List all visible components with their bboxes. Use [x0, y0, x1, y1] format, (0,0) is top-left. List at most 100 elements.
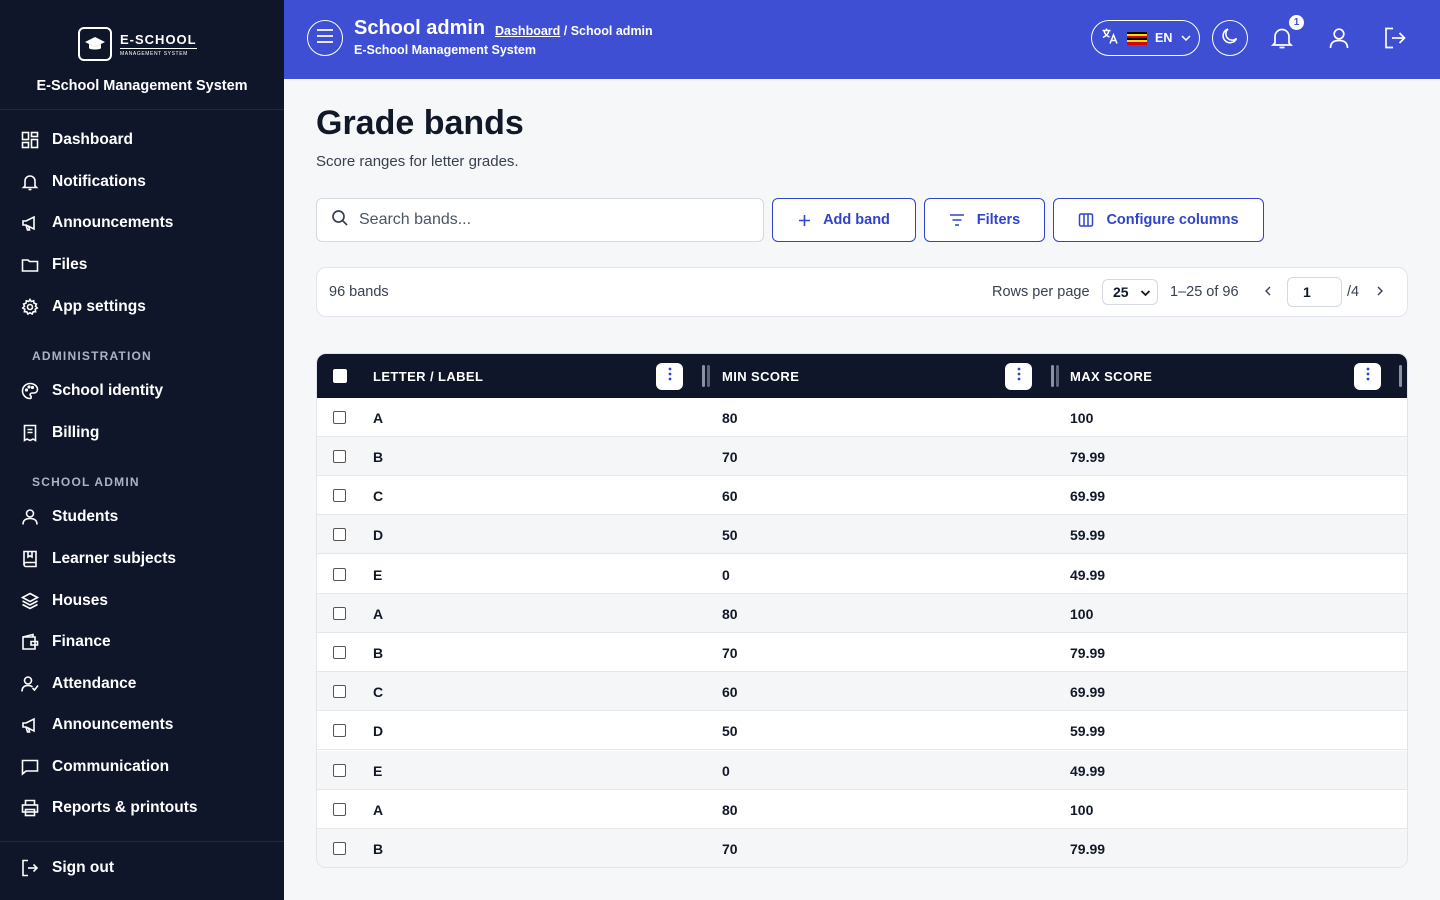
search-input[interactable] — [359, 211, 739, 229]
breadcrumb-dashboard-link[interactable]: Dashboard — [495, 24, 560, 38]
table-row[interactable]: B 70 79.99 — [317, 633, 1407, 672]
sidebar-item-school-identity[interactable]: School identity — [0, 371, 284, 411]
configure-columns-label: Configure columns — [1106, 212, 1239, 228]
column-menu-button[interactable] — [1354, 363, 1381, 390]
logo-tagline: MANAGEMENT SYSTEM — [120, 50, 188, 57]
column-menu-button[interactable] — [656, 363, 683, 390]
table-row[interactable]: C 60 69.99 — [317, 672, 1407, 711]
cell-min-score: 60 — [722, 488, 738, 504]
language-selector[interactable]: EN — [1091, 20, 1200, 56]
previous-page-button[interactable] — [1260, 283, 1276, 301]
sidebar-item-app-settings[interactable]: App settings — [0, 287, 284, 327]
column-resize-handle[interactable] — [702, 365, 705, 387]
menu-toggle-button[interactable] — [307, 20, 343, 56]
app-logo: E-SCHOOL MANAGEMENT SYSTEM — [78, 27, 206, 61]
table-row[interactable]: D 50 59.99 — [317, 515, 1407, 554]
row-checkbox[interactable] — [333, 724, 346, 737]
table-row[interactable]: A 80 100 — [317, 594, 1407, 633]
page-number-input[interactable]: 1 — [1287, 277, 1342, 307]
row-checkbox[interactable] — [333, 450, 346, 463]
cell-letter: E — [373, 763, 383, 779]
sidebar-item-finance[interactable]: Finance — [0, 622, 284, 662]
moon-icon — [1220, 26, 1240, 51]
message-icon — [20, 757, 40, 777]
logout-icon — [1382, 27, 1408, 55]
row-checkbox[interactable] — [333, 411, 346, 424]
sidebar-item-dashboard[interactable]: Dashboard — [0, 120, 284, 160]
column-resize-handle[interactable] — [1051, 365, 1054, 387]
logo-word: E-SCHOOL — [120, 31, 197, 49]
sidebar-item-label: Communication — [52, 758, 170, 775]
cell-max-score: 59.99 — [1070, 723, 1106, 739]
wallet-icon — [20, 632, 40, 652]
sidebar-item-billing[interactable]: Billing — [0, 413, 284, 453]
row-checkbox[interactable] — [333, 489, 346, 502]
sidebar-item-houses[interactable]: Houses — [0, 581, 284, 621]
sidebar-item-sign-out[interactable]: Sign out — [0, 848, 284, 888]
table-row[interactable]: C 60 69.99 — [317, 476, 1407, 515]
translate-icon — [1101, 27, 1119, 50]
sidebar-item-reports[interactable]: Reports & printouts — [0, 788, 284, 828]
columns-icon — [1078, 212, 1094, 228]
column-menu-button[interactable] — [1005, 363, 1032, 390]
table-row[interactable]: E 0 49.99 — [317, 555, 1407, 594]
sidebar-item-learner-subjects[interactable]: Learner subjects — [0, 539, 284, 579]
language-code: EN — [1155, 31, 1173, 45]
rows-per-page-label: Rows per page — [992, 284, 1090, 300]
section-school-admin: SCHOOL ADMIN — [32, 475, 140, 489]
table-row[interactable]: B 70 79.99 — [317, 437, 1407, 476]
sidebar-item-attendance[interactable]: Attendance — [0, 664, 284, 704]
cell-letter: E — [373, 567, 383, 583]
sidebar-item-label: Dashboard — [52, 131, 133, 148]
sidebar-item-announcements-school[interactable]: Announcements — [0, 705, 284, 745]
row-checkbox[interactable] — [333, 803, 346, 816]
sidebar-item-communication[interactable]: Communication — [0, 747, 284, 787]
section-administration: ADMINISTRATION — [32, 349, 152, 363]
row-checkbox[interactable] — [333, 568, 346, 581]
sidebar-item-announcements[interactable]: Announcements — [0, 203, 284, 243]
rows-per-page-select[interactable]: 25 — [1102, 279, 1158, 305]
logout-button[interactable] — [1382, 25, 1408, 51]
cell-max-score: 100 — [1070, 802, 1094, 818]
add-band-button[interactable]: Add band — [772, 198, 916, 242]
table-row[interactable]: A 80 100 — [317, 398, 1407, 437]
cell-letter: C — [373, 684, 384, 700]
cell-max-score: 49.99 — [1070, 567, 1106, 583]
sidebar-item-label: Attendance — [52, 675, 137, 692]
table-row[interactable]: D 50 59.99 — [317, 711, 1407, 750]
table-row[interactable]: B 70 79.99 — [317, 829, 1407, 867]
cell-max-score: 79.99 — [1070, 645, 1106, 661]
table-row[interactable]: E 0 49.99 — [317, 751, 1407, 790]
sidebar-item-label: Notifications — [52, 173, 146, 190]
breadcrumb-current: / School admin — [560, 24, 653, 38]
notifications-button[interactable] — [1269, 25, 1295, 51]
row-checkbox[interactable] — [333, 685, 346, 698]
table-row[interactable]: A 80 100 — [317, 790, 1407, 829]
row-checkbox[interactable] — [333, 646, 346, 659]
sidebar-brand: E-SCHOOL MANAGEMENT SYSTEM E-School Mana… — [0, 0, 284, 110]
sidebar-item-notifications[interactable]: Notifications — [0, 162, 284, 202]
filters-button[interactable]: Filters — [924, 198, 1045, 242]
column-header-max-score: MAX SCORE — [1070, 369, 1153, 384]
cell-letter: B — [373, 645, 384, 661]
pagination-bar: 96 bands Rows per page 25 1–25 of 96 1 /… — [316, 267, 1408, 317]
column-resize-handle[interactable] — [1399, 365, 1402, 387]
column-divider — [1056, 365, 1059, 387]
cell-max-score: 79.99 — [1070, 449, 1106, 465]
cell-max-score: 69.99 — [1070, 684, 1106, 700]
profile-button[interactable] — [1326, 25, 1352, 51]
cell-letter: A — [373, 802, 384, 818]
column-header-letter: LETTER / LABEL — [373, 369, 484, 384]
header-title: School admin — [354, 17, 486, 39]
row-checkbox[interactable] — [333, 842, 346, 855]
row-checkbox[interactable] — [333, 607, 346, 620]
sidebar-item-students[interactable]: Students — [0, 497, 284, 537]
configure-columns-button[interactable]: Configure columns — [1053, 198, 1264, 242]
row-checkbox[interactable] — [333, 764, 346, 777]
row-checkbox[interactable] — [333, 528, 346, 541]
select-all-checkbox[interactable] — [333, 369, 347, 383]
table-header: LETTER / LABEL MIN SCORE MAX SCORE — [317, 354, 1407, 398]
next-page-button[interactable] — [1372, 283, 1388, 301]
theme-toggle-button[interactable] — [1212, 20, 1248, 56]
sidebar-item-files[interactable]: Files — [0, 245, 284, 285]
